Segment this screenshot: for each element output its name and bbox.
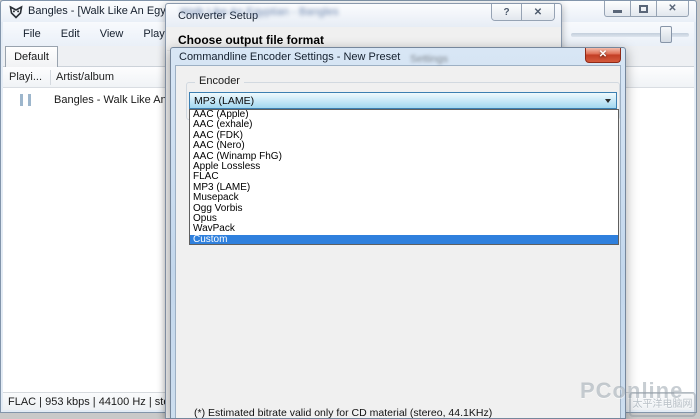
encoder-group-label: Encoder (195, 75, 244, 87)
chevron-down-icon (605, 99, 611, 103)
dropdown-option[interactable]: Custom (190, 235, 618, 245)
combobox-dropdown-zone[interactable] (600, 93, 616, 108)
encoder-dialog-body: Encoder MP3 (LAME) AAC (Apple)AAC (exhal… (175, 65, 621, 418)
dropdown-option[interactable]: FLAC (190, 172, 618, 182)
dropdown-option[interactable]: AAC (FDK) (190, 131, 618, 141)
column-separator[interactable] (50, 70, 51, 85)
maximize-icon (639, 5, 648, 13)
dropdown-option[interactable]: Opus (190, 214, 618, 224)
encoder-combobox-value: MP3 (LAME) (194, 95, 254, 107)
dropdown-option[interactable]: Ogg Vorbis (190, 204, 618, 214)
encoder-combobox[interactable]: MP3 (LAME) (189, 92, 617, 109)
tab-default[interactable]: Default (5, 46, 58, 67)
minimize-button[interactable] (604, 1, 631, 17)
blurred-title-ghost: Walk Like An Egyptian - Bangles (180, 6, 365, 18)
dropdown-option[interactable]: Apple Lossless (190, 162, 618, 172)
column-playing[interactable]: Playi... (9, 71, 42, 83)
tab-default-label: Default (14, 51, 49, 63)
close-icon: ✕ (668, 4, 676, 14)
encoder-settings-dialog: Commandline Encoder Settings - New Prese… (170, 47, 626, 419)
encoder-close-button[interactable]: ✕ (585, 48, 621, 63)
menu-item-file[interactable]: File (13, 25, 51, 43)
blurred-settings-ghost: Settings (410, 53, 448, 65)
help-button[interactable]: ? (492, 4, 521, 20)
converter-caption-buttons: ? ✕ (491, 4, 555, 21)
encoder-dialog-title: Commandline Encoder Settings - New Prese… (179, 51, 400, 63)
dropdown-option[interactable]: WavPack (190, 224, 618, 234)
maximize-button[interactable] (630, 1, 657, 17)
bitrate-note: (*) Estimated bitrate valid only for CD … (194, 407, 492, 419)
column-artist-album[interactable]: Artist/album (56, 71, 114, 83)
app-icon (9, 5, 23, 19)
status-text: FLAC | 953 kbps | 44100 Hz | stere (8, 396, 179, 408)
menu-item-view[interactable]: View (90, 25, 134, 43)
converter-close-button[interactable]: ✕ (521, 4, 554, 20)
dropdown-option[interactable]: Musepack (190, 193, 618, 203)
window-title: Bangles - [Walk Like An Egyptia (28, 5, 184, 17)
volume-slider-thumb[interactable] (660, 26, 672, 43)
track-title: Bangles - Walk Like An E (54, 94, 177, 106)
minimize-icon (613, 10, 622, 13)
dropdown-option[interactable]: MP3 (LAME) (190, 183, 618, 193)
menu-item-edit[interactable]: Edit (51, 25, 90, 43)
dropdown-option[interactable]: AAC (Apple) (190, 110, 618, 120)
dropdown-option[interactable]: AAC (exhale) (190, 120, 618, 130)
pause-icon (20, 94, 31, 106)
volume-slider[interactable] (571, 33, 689, 37)
encoder-dropdown-list: AAC (Apple)AAC (exhale)AAC (FDK)AAC (Ner… (189, 109, 619, 245)
window-controls: ✕ (605, 1, 689, 17)
dropdown-option[interactable]: AAC (Nero) (190, 141, 618, 151)
close-button[interactable]: ✕ (656, 1, 689, 17)
